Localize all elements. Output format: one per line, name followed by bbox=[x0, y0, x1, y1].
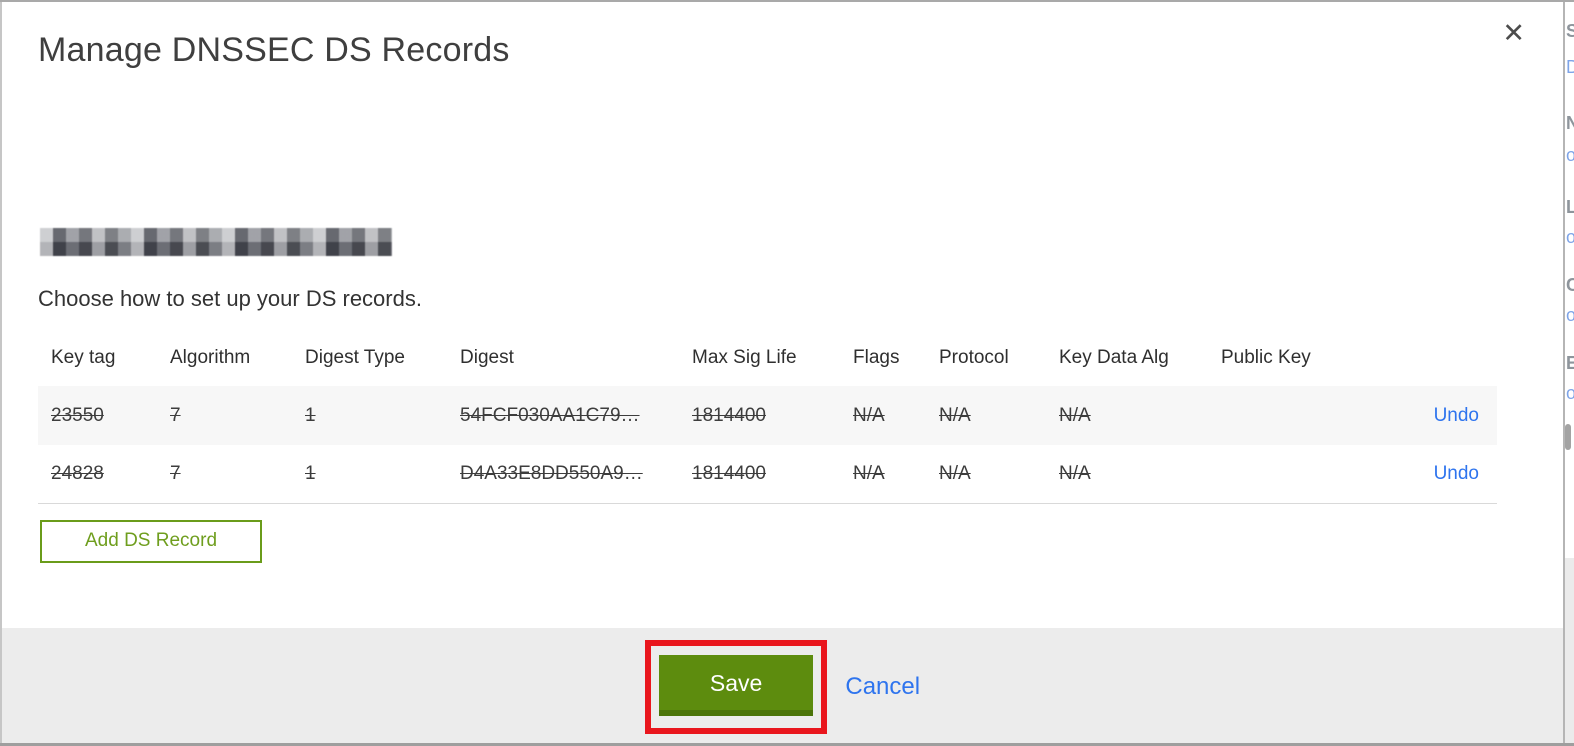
manage-dnssec-modal: ✕ Manage DNSSEC DS Records Choose how to… bbox=[0, 0, 1565, 746]
cell-digest: 54FCF030AA1C79… bbox=[460, 404, 640, 426]
background-text-fragment: E bbox=[1566, 353, 1574, 373]
table-header-row: Key tag Algorithm Digest Type Digest Max… bbox=[38, 332, 1497, 386]
cell-max-sig-life: 1814400 bbox=[692, 463, 766, 484]
cell-key-tag: 23550 bbox=[51, 404, 104, 426]
cell-protocol: N/A bbox=[939, 404, 971, 426]
cell-digest-type: 1 bbox=[305, 463, 316, 484]
background-page-edge: S D N o L o C o E o bbox=[1565, 2, 1574, 743]
save-annotation-box: Save bbox=[644, 640, 828, 734]
col-header-flags: Flags bbox=[853, 347, 900, 368]
cell-key-tag: 24828 bbox=[51, 463, 104, 484]
page-title: Manage DNSSEC DS Records bbox=[38, 31, 510, 69]
cell-algorithm: 7 bbox=[170, 404, 181, 426]
add-ds-record-button[interactable]: Add DS Record bbox=[40, 520, 263, 563]
close-icon[interactable]: ✕ bbox=[1502, 20, 1525, 47]
background-link-fragment: o bbox=[1566, 305, 1574, 325]
cell-flags: N/A bbox=[853, 463, 885, 484]
background-footer-sliver bbox=[1565, 558, 1574, 743]
cell-algorithm: 7 bbox=[170, 463, 181, 484]
domain-name-redacted bbox=[40, 228, 392, 256]
col-header-max-sig-life: Max Sig Life bbox=[692, 347, 797, 368]
cell-digest-type: 1 bbox=[305, 404, 316, 426]
cell-key-data-alg: N/A bbox=[1059, 463, 1091, 484]
background-link-fragment: o bbox=[1566, 383, 1574, 403]
save-button[interactable]: Save bbox=[658, 655, 814, 716]
background-link-fragment: o bbox=[1566, 227, 1574, 247]
cell-max-sig-life: 1814400 bbox=[692, 404, 766, 426]
background-text-fragment: L bbox=[1566, 197, 1574, 217]
table-row: 24828 7 1 D4A33E8DD550A9… 1814400 N/A N/… bbox=[38, 445, 1497, 504]
ds-records-table: Key tag Algorithm Digest Type Digest Max… bbox=[38, 332, 1497, 504]
col-header-key-tag: Key tag bbox=[51, 347, 116, 368]
undo-link[interactable]: Undo bbox=[1434, 463, 1479, 484]
cell-digest: D4A33E8DD550A9… bbox=[460, 463, 643, 484]
cell-key-data-alg: N/A bbox=[1059, 404, 1091, 426]
undo-link[interactable]: Undo bbox=[1434, 405, 1479, 426]
window-frame-top bbox=[0, 0, 1574, 2]
col-header-algorithm: Algorithm bbox=[170, 347, 251, 368]
modal-footer: Save Cancel bbox=[2, 628, 1563, 746]
background-text-fragment: C bbox=[1566, 275, 1574, 295]
instruction-text: Choose how to set up your DS records. bbox=[38, 286, 422, 311]
cell-protocol: N/A bbox=[939, 463, 971, 484]
cancel-link[interactable]: Cancel bbox=[845, 673, 920, 701]
col-header-protocol: Protocol bbox=[939, 347, 1009, 368]
col-header-key-data-alg: Key Data Alg bbox=[1059, 347, 1169, 368]
background-text-fragment: N bbox=[1566, 113, 1574, 133]
table-row: 23550 7 1 54FCF030AA1C79… 1814400 N/A N/… bbox=[38, 386, 1497, 445]
background-link-fragment: D bbox=[1566, 57, 1574, 77]
col-header-digest-type: Digest Type bbox=[305, 347, 405, 368]
background-link-fragment: o bbox=[1566, 145, 1574, 165]
cell-flags: N/A bbox=[853, 404, 885, 426]
background-text-fragment: S bbox=[1566, 21, 1574, 41]
col-header-public-key: Public Key bbox=[1221, 347, 1311, 368]
col-header-digest: Digest bbox=[460, 347, 514, 368]
background-scrollbar-thumb bbox=[1565, 424, 1571, 450]
